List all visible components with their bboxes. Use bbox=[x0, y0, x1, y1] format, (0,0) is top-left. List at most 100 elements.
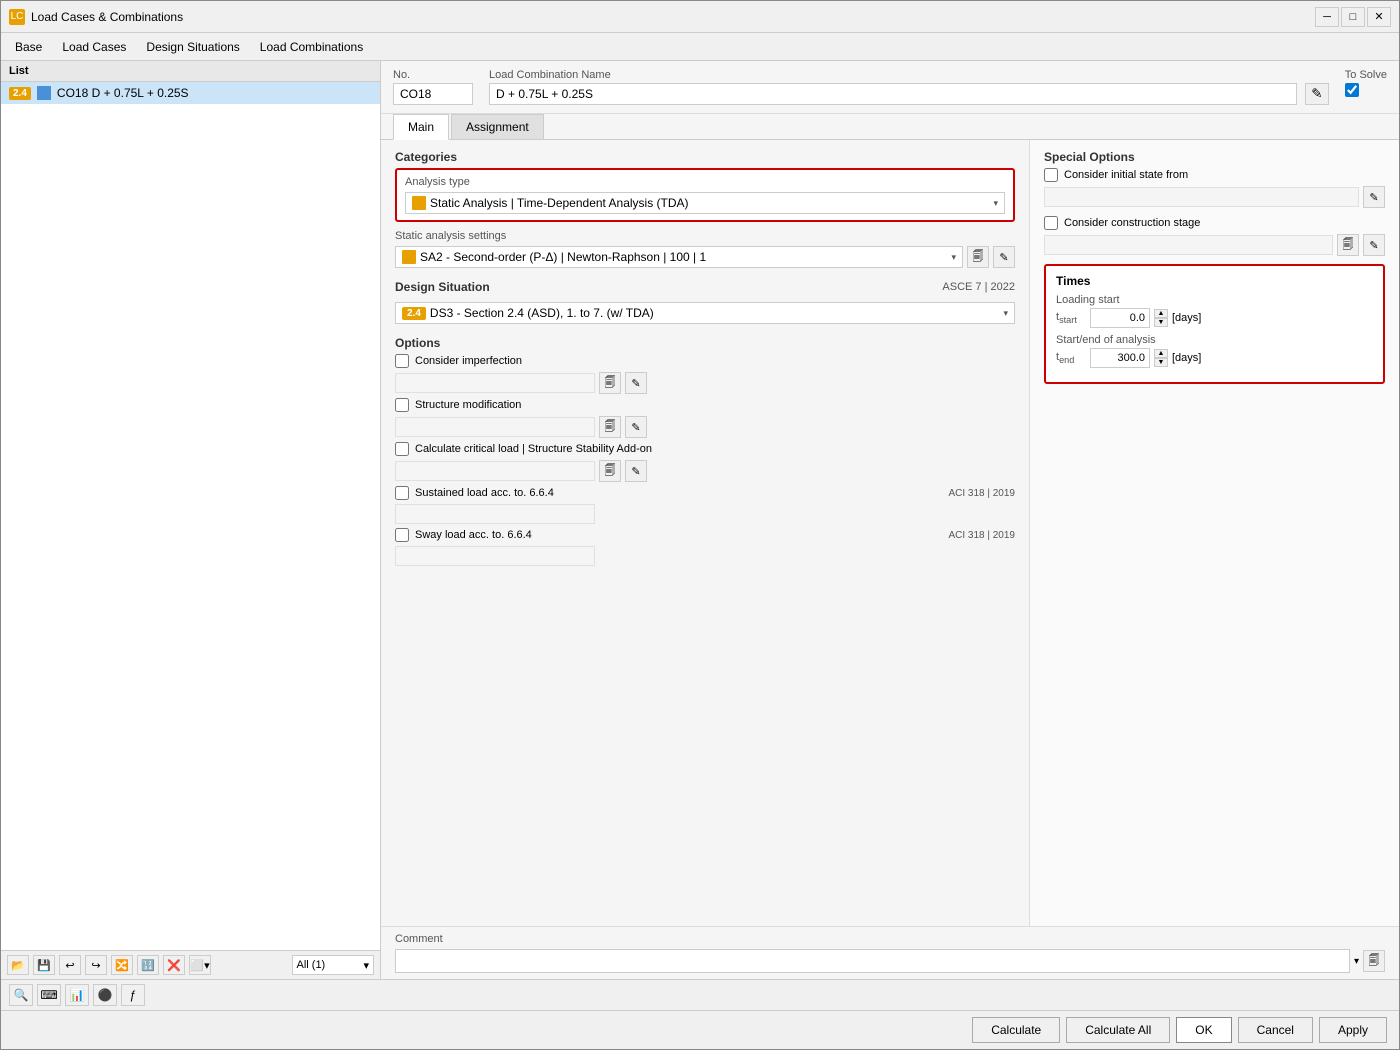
option-sway-load-aci: ACI 318 | 2019 bbox=[948, 530, 1015, 541]
times-start-end-row: tend ▲ ▼ [days] bbox=[1056, 348, 1373, 368]
special-option-construction-stage-checkbox[interactable] bbox=[1044, 216, 1058, 230]
top-form: No. Load Combination Name ✎ To Solve bbox=[381, 61, 1399, 114]
special-option-initial-state-edit[interactable]: ✎ bbox=[1363, 186, 1385, 208]
option-imperfection-edit[interactable]: ✎ bbox=[625, 372, 647, 394]
static-settings-section: Static analysis settings SA2 - Second-or… bbox=[395, 230, 1015, 268]
option-imperfection-checkbox[interactable] bbox=[395, 354, 409, 368]
to-solve-label: To Solve bbox=[1345, 69, 1387, 81]
right-options-panel: Special Options Consider initial state f… bbox=[1029, 140, 1399, 926]
maximize-button[interactable]: □ bbox=[1341, 7, 1365, 27]
times-tstart-down[interactable]: ▼ bbox=[1154, 318, 1168, 327]
analysis-type-dropdown[interactable]: Static Analysis | Time-Dependent Analysi… bbox=[405, 192, 1005, 214]
times-tstart-var: tstart bbox=[1056, 311, 1086, 325]
static-settings-copy[interactable]: 🗐 bbox=[967, 246, 989, 268]
list-header: List bbox=[1, 61, 380, 82]
bottom-dot[interactable]: ⚫ bbox=[93, 984, 117, 1006]
ds-header: Design Situation ASCE 7 | 2022 bbox=[395, 280, 1015, 298]
options-section: Options Consider imperfection 🗐 ✎ bbox=[395, 336, 1015, 570]
times-tend-down[interactable]: ▼ bbox=[1154, 358, 1168, 367]
option-sustained-load-label: Sustained load acc. to. 6.6.4 bbox=[415, 487, 554, 499]
list-color-box bbox=[37, 86, 51, 100]
option-sway-load-input-row bbox=[395, 546, 1015, 566]
times-tstart-up[interactable]: ▲ bbox=[1154, 309, 1168, 318]
ok-button[interactable]: OK bbox=[1176, 1017, 1231, 1043]
to-solve-checkbox-row bbox=[1345, 83, 1387, 97]
to-solve-checkbox[interactable] bbox=[1345, 83, 1359, 97]
option-sway-load-checkbox[interactable] bbox=[395, 528, 409, 542]
tab-assignment[interactable]: Assignment bbox=[451, 114, 544, 139]
option-imperfection-check-row: Consider imperfection bbox=[395, 354, 1015, 368]
option-sway-load-label: Sway load acc. to. 6.6.4 bbox=[415, 529, 532, 541]
special-option-construction-stage-input-row: 🗐 ✎ bbox=[1044, 234, 1385, 256]
analysis-type-icon bbox=[412, 196, 426, 210]
special-option-initial-state-input-row: ✎ bbox=[1044, 186, 1385, 208]
option-structure-mod-edit[interactable]: ✎ bbox=[625, 416, 647, 438]
tabs-area: Main Assignment bbox=[381, 114, 1399, 140]
comment-label: Comment bbox=[395, 933, 1385, 945]
special-option-construction-stage-copy[interactable]: 🗐 bbox=[1337, 234, 1359, 256]
option-structure-mod-input-row: 🗐 ✎ bbox=[395, 416, 1015, 438]
special-option-construction-stage-label: Consider construction stage bbox=[1064, 217, 1200, 229]
analysis-type-arrow: ▾ bbox=[993, 198, 998, 209]
menu-base[interactable]: Base bbox=[5, 36, 52, 58]
close-button[interactable]: ✕ bbox=[1367, 7, 1391, 27]
option-structure-mod-copy[interactable]: 🗐 bbox=[599, 416, 621, 438]
option-critical-load-copy[interactable]: 🗐 bbox=[599, 460, 621, 482]
menu-bar: Base Load Cases Design Situations Load C… bbox=[1, 33, 1399, 61]
option-critical-load-edit[interactable]: ✎ bbox=[625, 460, 647, 482]
times-tstart-input[interactable] bbox=[1090, 308, 1150, 328]
bottom-diagram[interactable]: 📊 bbox=[65, 984, 89, 1006]
special-option-initial-state-checkbox[interactable] bbox=[1044, 168, 1058, 182]
bottom-search[interactable]: 🔍 bbox=[9, 984, 33, 1006]
times-tend-unit: [days] bbox=[1172, 352, 1201, 364]
analysis-type-value: Static Analysis | Time-Dependent Analysi… bbox=[430, 196, 689, 210]
option-imperfection-copy[interactable]: 🗐 bbox=[599, 372, 621, 394]
ds-dropdown[interactable]: 2.4 DS3 - Section 2.4 (ASD), 1. to 7. (w… bbox=[395, 302, 1015, 324]
comment-input[interactable] bbox=[395, 949, 1350, 973]
name-input[interactable] bbox=[489, 83, 1297, 105]
bottom-function[interactable]: ƒ bbox=[121, 984, 145, 1006]
toolbar-undo[interactable]: ↩ bbox=[59, 955, 81, 975]
categories-title: Categories bbox=[395, 150, 1015, 164]
menu-design-situations[interactable]: Design Situations bbox=[136, 36, 249, 58]
toolbar-delete[interactable]: ❌ bbox=[163, 955, 185, 975]
list-item[interactable]: 2.4 CO18 D + 0.75L + 0.25S bbox=[1, 82, 380, 104]
main-content-area: Categories Analysis type Static Analysis… bbox=[381, 140, 1399, 926]
no-input[interactable] bbox=[393, 83, 473, 105]
toolbar-open[interactable]: 📂 bbox=[7, 955, 29, 975]
filter-dropdown[interactable]: All (1) ▾ bbox=[292, 955, 375, 975]
apply-button[interactable]: Apply bbox=[1319, 1017, 1387, 1043]
cancel-button[interactable]: Cancel bbox=[1238, 1017, 1313, 1043]
toolbar-sort[interactable]: 🔀 bbox=[111, 955, 133, 975]
times-tend-up[interactable]: ▲ bbox=[1154, 349, 1168, 358]
calculate-button[interactable]: Calculate bbox=[972, 1017, 1060, 1043]
bottom-calc[interactable]: ⌨ bbox=[37, 984, 61, 1006]
option-sustained-load-input-row bbox=[395, 504, 1015, 524]
edit-button[interactable]: ✎ bbox=[1305, 83, 1329, 105]
static-settings-edit[interactable]: ✎ bbox=[993, 246, 1015, 268]
comment-copy[interactable]: 🗐 bbox=[1363, 950, 1385, 972]
special-option-construction-stage-edit[interactable]: ✎ bbox=[1363, 234, 1385, 256]
calculate-all-button[interactable]: Calculate All bbox=[1066, 1017, 1170, 1043]
option-sway-load-input bbox=[395, 546, 595, 566]
option-imperfection: Consider imperfection 🗐 ✎ bbox=[395, 354, 1015, 394]
option-critical-load-checkbox[interactable] bbox=[395, 442, 409, 456]
analysis-type-box: Analysis type Static Analysis | Time-Dep… bbox=[395, 168, 1015, 222]
times-title: Times bbox=[1056, 274, 1373, 288]
toolbar-number[interactable]: 🔢 bbox=[137, 955, 159, 975]
times-tend-input[interactable] bbox=[1090, 348, 1150, 368]
toolbar-save[interactable]: 💾 bbox=[33, 955, 55, 975]
special-option-initial-state-label: Consider initial state from bbox=[1064, 169, 1188, 181]
menu-load-combinations[interactable]: Load Combinations bbox=[250, 36, 373, 58]
special-option-initial-state: Consider initial state from ✎ bbox=[1044, 168, 1385, 208]
toolbar-redo[interactable]: ↪ bbox=[85, 955, 107, 975]
categories-section: Categories Analysis type Static Analysis… bbox=[395, 150, 1015, 268]
static-settings-dropdown[interactable]: SA2 - Second-order (P-Δ) | Newton-Raphso… bbox=[395, 246, 963, 268]
toolbar-more[interactable]: ⬜▾ bbox=[189, 955, 211, 975]
option-sustained-load-checkbox[interactable] bbox=[395, 486, 409, 500]
tab-main[interactable]: Main bbox=[393, 114, 449, 140]
list-item-text: CO18 D + 0.75L + 0.25S bbox=[57, 86, 189, 100]
minimize-button[interactable]: ─ bbox=[1315, 7, 1339, 27]
option-structure-mod-checkbox[interactable] bbox=[395, 398, 409, 412]
menu-load-cases[interactable]: Load Cases bbox=[52, 36, 136, 58]
